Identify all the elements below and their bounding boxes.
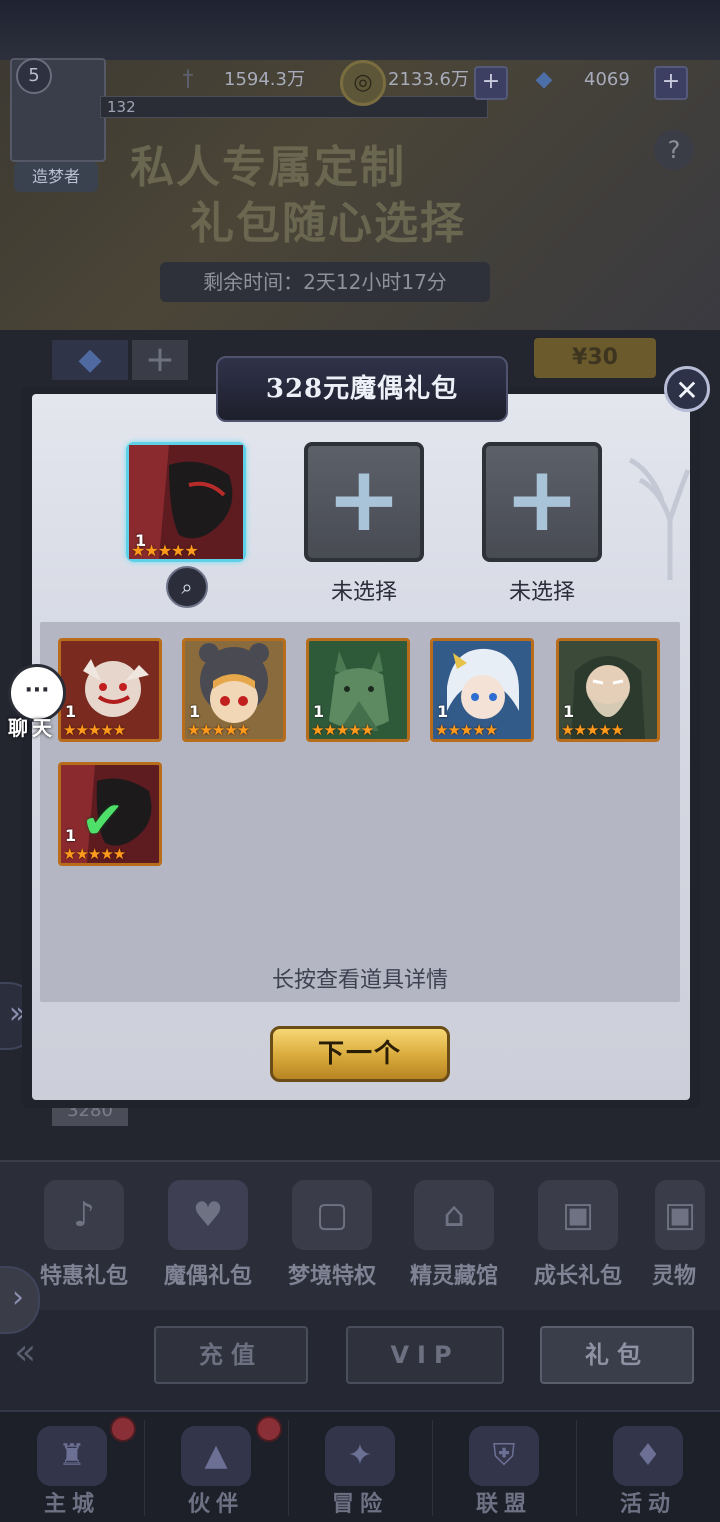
plus-icon: + [326, 447, 402, 552]
hero-stars: ★★★★★ [63, 845, 126, 863]
power-value: 1594.3万 [224, 69, 305, 90]
hero-level: 1 [437, 702, 449, 721]
music-note-icon: ♪ [44, 1180, 124, 1250]
cards-icon: ♦ [613, 1426, 683, 1486]
modal-title: 328元魔偶礼包 [216, 356, 508, 422]
slot-stars: ★★★★★ [131, 541, 199, 560]
gallery-icon: ⌂ [414, 1180, 494, 1250]
hero-level: 1 [189, 702, 201, 721]
notification-dot [110, 1416, 136, 1442]
nav-label: 联盟 [475, 1492, 532, 1517]
category-dream-privilege[interactable]: ▢ 梦境特权 [276, 1180, 388, 1290]
back-arrow-icon[interactable]: « [14, 1330, 84, 1376]
hero-card-white-hair[interactable]: 1 ★★★★★ [430, 638, 534, 742]
slot-3-label: 未选择 [508, 580, 575, 605]
chat-label: 聊天 [8, 716, 56, 740]
hero-stars: ★★★★★ [435, 721, 498, 739]
category-label: 精灵藏馆 [409, 1264, 498, 1289]
empty-slot-2[interactable]: + [304, 442, 424, 562]
hero-card-bear-hood[interactable]: 1 ★★★★★ [182, 638, 286, 742]
category-spirit-items[interactable]: ▣ 灵物 [640, 1180, 720, 1290]
diamond-value: 4069 [584, 69, 630, 90]
hero-stars: ★★★★★ [187, 721, 250, 739]
price-tag[interactable]: ¥30 [534, 338, 656, 378]
tab-gift-pack[interactable]: 礼包 [540, 1326, 694, 1384]
hero-level: 1 [563, 702, 575, 721]
notification-dot [256, 1416, 282, 1442]
frame-icon: ▢ [292, 1180, 372, 1250]
help-icon[interactable]: ? [654, 130, 694, 170]
player-xp-bar: 132 [100, 96, 488, 118]
add-diamond-button[interactable]: + [654, 66, 688, 100]
hero-stars: ★★★★★ [63, 721, 126, 739]
hero-stars: ★★★★★ [561, 721, 624, 739]
selected-slot-1[interactable]: 1 ★★★★★ [126, 442, 246, 562]
category-spirit-gallery[interactable]: ⌂ 精灵藏馆 [398, 1180, 510, 1290]
compass-icon: ✦ [325, 1426, 395, 1486]
checkmark-icon: ✔ [81, 791, 125, 851]
nav-adventure[interactable]: ✦ 冒险 [288, 1420, 433, 1517]
category-label: 成长礼包 [533, 1264, 622, 1289]
tree-decoration [628, 457, 690, 580]
tab-vip[interactable]: VIP [346, 1326, 504, 1384]
plus-icon: + [132, 340, 188, 380]
gold-coin-icon: ◎ [340, 60, 386, 106]
nav-label: 伙伴 [187, 1492, 244, 1517]
nav-label: 主城 [43, 1492, 100, 1517]
category-label: 灵物 [652, 1264, 697, 1289]
banner-title: 私人专属定制 礼包随心选择 [130, 140, 466, 252]
nav-events[interactable]: ♦ 活动 [576, 1420, 720, 1517]
slot-2-label: 未选择 [330, 580, 397, 605]
long-press-hint: 长按查看道具详情 [271, 968, 448, 993]
hero-level: 1 [65, 702, 77, 721]
player-title-tag[interactable]: 造梦者 [14, 162, 98, 192]
close-icon[interactable]: ✕ [664, 366, 710, 412]
castle-icon: ♜ [37, 1426, 107, 1486]
gold-value: 2133.6万 [388, 69, 469, 90]
plus-icon: + [504, 447, 580, 552]
top-bar [0, 0, 720, 60]
category-puppet-pack[interactable]: ♥ 魔偶礼包 [152, 1180, 264, 1290]
witch-hat-icon: ▲ [181, 1426, 251, 1486]
add-gold-button[interactable]: + [474, 66, 508, 100]
hero-card-old-sage[interactable]: 1 ★★★★★ [556, 638, 660, 742]
banner-title-line1: 私人专属定制 [130, 142, 406, 193]
category-special-pack[interactable]: ♪ 特惠礼包 [28, 1180, 140, 1290]
next-button[interactable]: 下一个 [270, 1026, 450, 1082]
category-growth-pack[interactable]: ▣ 成长礼包 [522, 1180, 634, 1290]
hero-card-green-beast[interactable]: 1 ★★★★★ [306, 638, 410, 742]
remaining-time: 剩余时间：2天12小时17分 [160, 262, 490, 302]
hero-level: 1 [65, 826, 77, 845]
diamond-icon: ◆ [535, 67, 553, 92]
tab-recharge[interactable]: 充值 [154, 1326, 308, 1384]
nav-alliance[interactable]: ⛨ 联盟 [432, 1420, 577, 1517]
nav-label: 冒险 [331, 1492, 388, 1517]
diamond-pack-icon: ◆ [52, 340, 128, 380]
hero-level: 1 [313, 702, 325, 721]
chest-icon: ▣ [655, 1180, 705, 1250]
category-label: 魔偶礼包 [163, 1264, 252, 1289]
player-level-badge: 5 [16, 58, 52, 94]
chest-icon: ▣ [538, 1180, 618, 1250]
hero-card-red-demon[interactable]: 1 ★★★★★ [58, 638, 162, 742]
heart-gift-icon: ♥ [168, 1180, 248, 1250]
shield-icon: ⛨ [469, 1426, 539, 1486]
empty-slot-3[interactable]: + [482, 442, 602, 562]
category-label: 梦境特权 [287, 1264, 376, 1289]
magnifier-icon[interactable]: ⌕ [166, 566, 208, 608]
hero-card-red-curtain[interactable]: ✔ 1 ★★★★★ [58, 762, 162, 866]
banner-title-line2: 礼包随心选择 [190, 198, 466, 249]
category-label: 特惠礼包 [39, 1264, 128, 1289]
nav-label: 活动 [619, 1492, 676, 1517]
sword-icon: † [182, 67, 194, 92]
hero-stars: ★★★★★ [311, 721, 374, 739]
